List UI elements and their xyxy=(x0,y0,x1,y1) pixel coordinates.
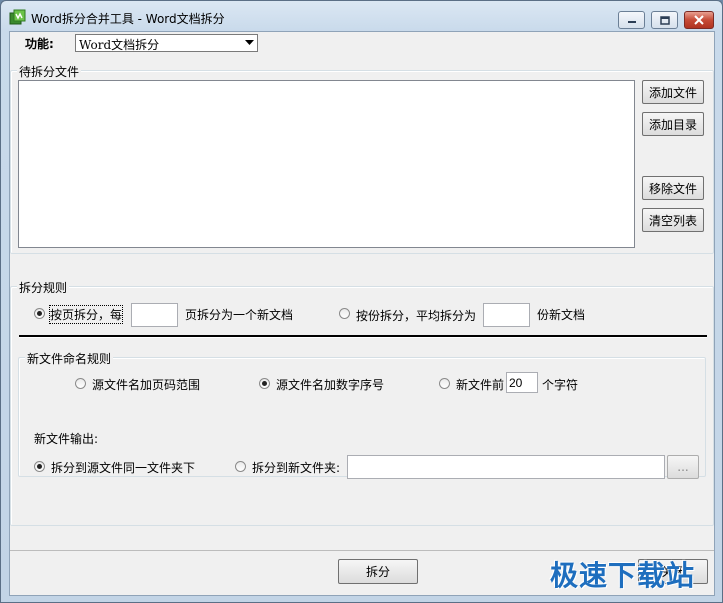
minimize-icon xyxy=(627,21,636,23)
function-label: 功能: xyxy=(25,37,54,51)
output-same-folder-label[interactable]: 拆分到源文件同一文件夹下 xyxy=(51,459,195,476)
naming-rules-title: 新文件命名规则 xyxy=(25,350,114,367)
split-by-page-label[interactable]: 按页拆分，每 xyxy=(48,305,124,324)
close-window-button[interactable] xyxy=(684,11,714,29)
footer-separator xyxy=(10,550,714,551)
pages-per-file-input[interactable] xyxy=(131,303,178,327)
name-page-range-label[interactable]: 源文件名加页码范围 xyxy=(92,376,200,393)
output-same-folder-radio[interactable] xyxy=(34,461,45,472)
prefix-length-suffix: 个字符 xyxy=(542,378,579,392)
minimize-button[interactable] xyxy=(618,11,645,29)
section-divider xyxy=(19,335,707,338)
add-file-button[interactable]: 添加文件 xyxy=(642,80,704,104)
add-directory-button[interactable]: 添加目录 xyxy=(642,112,704,136)
function-select-value: Word文档拆分 xyxy=(79,38,160,52)
split-by-count-radio[interactable] xyxy=(339,308,350,319)
output-label: 新文件输出: xyxy=(34,432,99,446)
name-page-range-radio[interactable] xyxy=(75,378,86,389)
app-window: Word拆分合并工具 - Word文档拆分 功能: Word文档拆分 待拆分文件… xyxy=(0,0,723,603)
clear-list-button[interactable]: 清空列表 xyxy=(642,208,704,232)
function-bar: 功能: Word文档拆分 xyxy=(10,32,714,54)
file-list[interactable] xyxy=(18,80,635,248)
output-new-folder-radio[interactable] xyxy=(235,461,246,472)
name-prefix-radio[interactable] xyxy=(439,378,450,389)
split-by-page-suffix: 页拆分为一个新文档 xyxy=(185,308,294,322)
output-new-folder-label[interactable]: 拆分到新文件夹: xyxy=(252,459,340,476)
maximize-icon xyxy=(659,15,670,25)
maximize-button[interactable] xyxy=(651,11,678,29)
file-count-input[interactable] xyxy=(483,303,530,327)
name-number-label[interactable]: 源文件名加数字序号 xyxy=(276,376,384,393)
close-icon xyxy=(694,15,704,25)
split-by-page-radio[interactable] xyxy=(34,308,45,319)
window-title: Word拆分合并工具 - Word文档拆分 xyxy=(31,12,225,26)
prefix-length-input[interactable] xyxy=(506,372,538,393)
split-rules-title: 拆分规则 xyxy=(17,279,70,296)
client-area: 功能: Word文档拆分 待拆分文件 添加文件 添加目录 移除文件 清空列表 拆… xyxy=(9,31,715,596)
output-folder-input[interactable] xyxy=(347,455,665,479)
watermark-logo: 极速下载站 xyxy=(550,559,696,592)
name-number-radio[interactable] xyxy=(259,378,270,389)
word-tool-icon xyxy=(9,9,26,25)
browse-folder-button[interactable]: ... xyxy=(667,455,699,479)
name-prefix-label[interactable]: 新文件前 xyxy=(456,376,504,393)
title-bar[interactable]: Word拆分合并工具 - Word文档拆分 xyxy=(1,1,722,31)
remove-file-button[interactable]: 移除文件 xyxy=(642,176,704,200)
split-by-count-suffix: 份新文档 xyxy=(537,308,586,322)
split-by-count-label[interactable]: 按份拆分，平均拆分为 xyxy=(356,307,476,324)
files-group-title: 待拆分文件 xyxy=(17,63,82,80)
function-select[interactable]: Word文档拆分 xyxy=(75,34,258,52)
chevron-down-icon[interactable] xyxy=(242,36,256,50)
split-button[interactable]: 拆分 xyxy=(338,559,418,584)
